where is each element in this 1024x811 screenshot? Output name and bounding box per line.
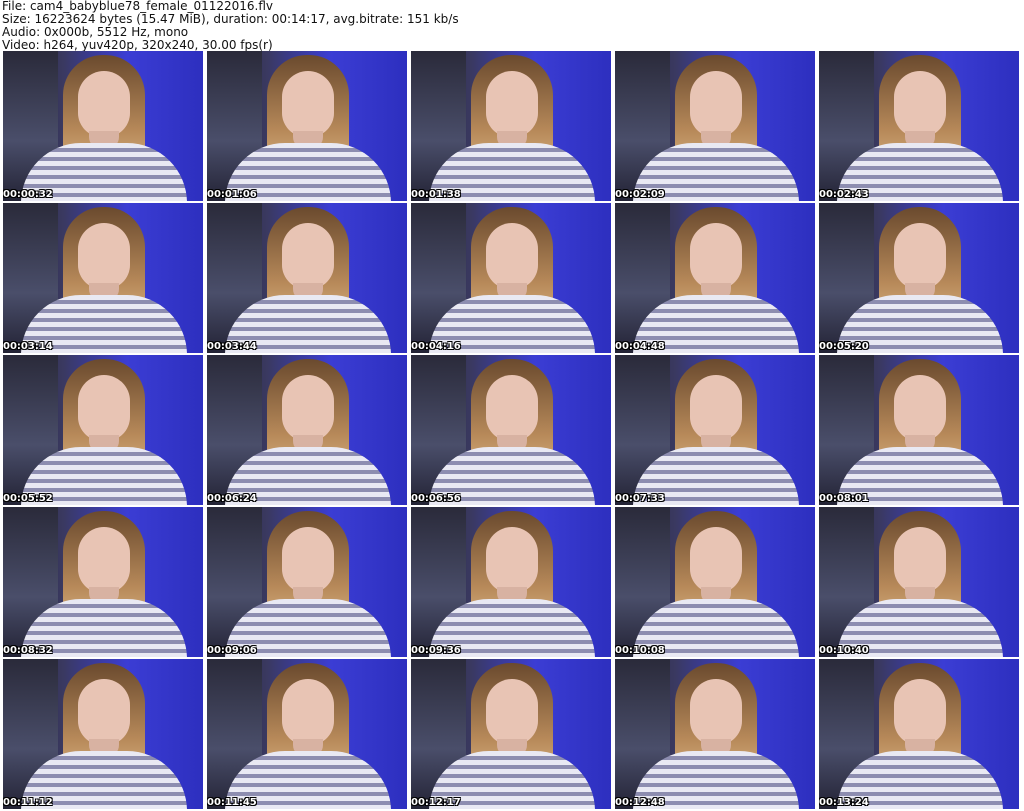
- thumbnail: 00:01:38: [411, 51, 611, 201]
- thumbnail: 00:08:32: [3, 507, 203, 657]
- thumbnail: 00:11:12: [3, 659, 203, 809]
- timestamp-label: 00:11:12: [3, 797, 53, 808]
- timestamp-label: 00:06:56: [411, 493, 461, 504]
- timestamp-label: 00:12:48: [615, 797, 665, 808]
- timestamp-label: 00:10:08: [615, 645, 665, 656]
- timestamp-label: 00:05:20: [819, 341, 869, 352]
- thumbnail: 00:01:06: [207, 51, 407, 201]
- timestamp-label: 00:00:32: [3, 189, 53, 200]
- thumbnail: 00:10:08: [615, 507, 815, 657]
- timestamp-label: 00:09:06: [207, 645, 257, 656]
- timestamp-label: 00:03:44: [207, 341, 257, 352]
- timestamp-label: 00:03:14: [3, 341, 53, 352]
- thumbnail: 00:03:44: [207, 203, 407, 353]
- thumbnail: 00:06:56: [411, 355, 611, 505]
- timestamp-label: 00:08:32: [3, 645, 53, 656]
- timestamp-label: 00:08:01: [819, 493, 869, 504]
- timestamp-label: 00:13:24: [819, 797, 869, 808]
- timestamp-label: 00:02:43: [819, 189, 869, 200]
- timestamp-label: 00:04:48: [615, 341, 665, 352]
- thumbnail: 00:05:52: [3, 355, 203, 505]
- timestamp-label: 00:12:17: [411, 797, 461, 808]
- thumbnail: 00:08:01: [819, 355, 1019, 505]
- file-info-header: File: cam4_babyblue78_female_01122016.fl…: [2, 0, 459, 52]
- thumbnail-grid: 00:00:32 00:01:06 00:01:38 00:02:09 00:0…: [3, 51, 1023, 811]
- thumbnail: 00:13:24: [819, 659, 1019, 809]
- thumbnail: 00:06:24: [207, 355, 407, 505]
- thumbnail: 00:03:14: [3, 203, 203, 353]
- thumbnail: 00:07:33: [615, 355, 815, 505]
- thumbnail: 00:11:45: [207, 659, 407, 809]
- timestamp-label: 00:01:38: [411, 189, 461, 200]
- thumbnail: 00:04:16: [411, 203, 611, 353]
- thumbnail: 00:12:17: [411, 659, 611, 809]
- timestamp-label: 00:10:40: [819, 645, 869, 656]
- timestamp-label: 00:05:52: [3, 493, 53, 504]
- timestamp-label: 00:02:09: [615, 189, 665, 200]
- thumbnail: 00:10:40: [819, 507, 1019, 657]
- thumbnail: 00:04:48: [615, 203, 815, 353]
- thumbnail: 00:09:06: [207, 507, 407, 657]
- timestamp-label: 00:11:45: [207, 797, 257, 808]
- timestamp-label: 00:07:33: [615, 493, 665, 504]
- thumbnail: 00:00:32: [3, 51, 203, 201]
- thumbnail: 00:09:36: [411, 507, 611, 657]
- thumbnail: 00:12:48: [615, 659, 815, 809]
- timestamp-label: 00:01:06: [207, 189, 257, 200]
- timestamp-label: 00:09:36: [411, 645, 461, 656]
- timestamp-label: 00:04:16: [411, 341, 461, 352]
- thumbnail: 00:02:43: [819, 51, 1019, 201]
- timestamp-label: 00:06:24: [207, 493, 257, 504]
- thumbnail: 00:05:20: [819, 203, 1019, 353]
- thumbnail: 00:02:09: [615, 51, 815, 201]
